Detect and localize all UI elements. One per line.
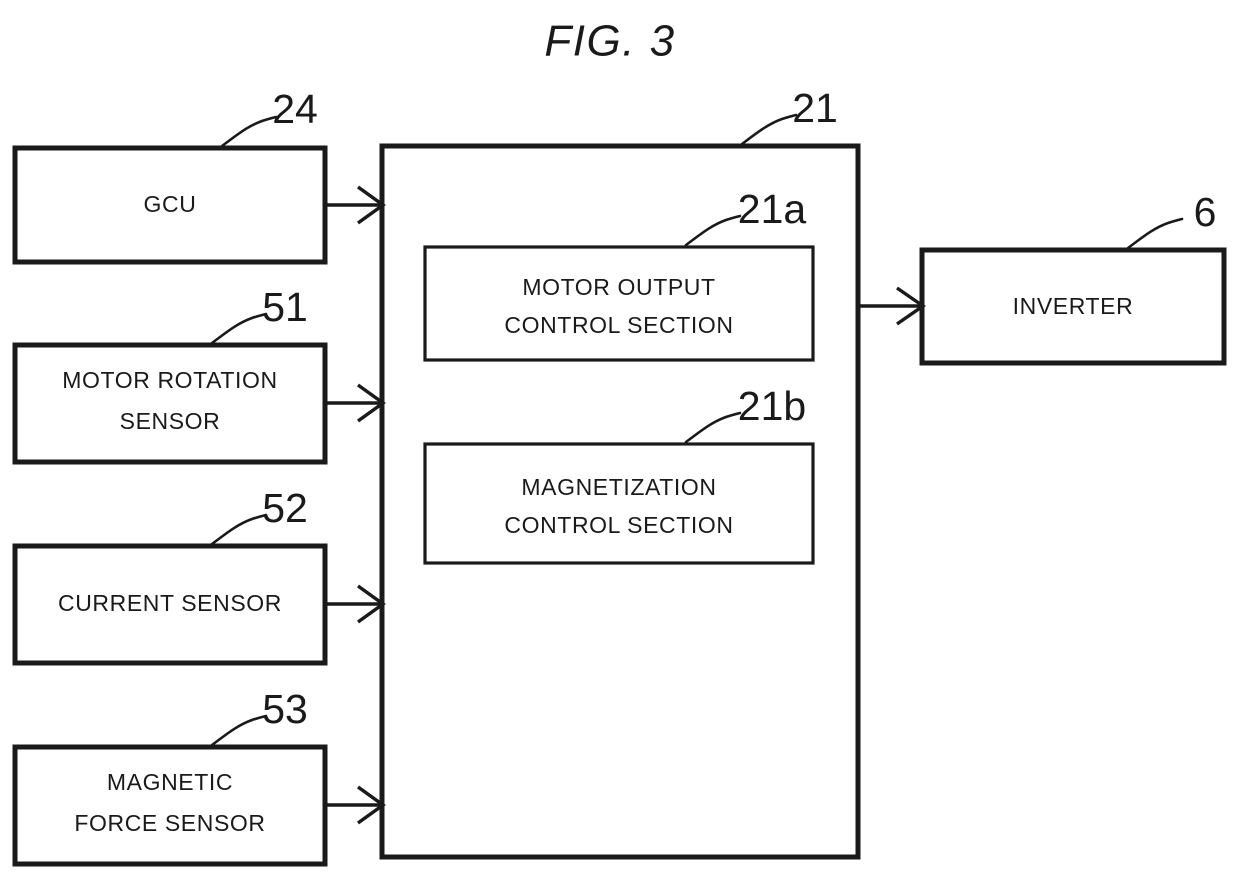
figure-container: FIG. 3 GCU 24 MOTOR ROTATION SENSOR 51 C…: [0, 0, 1240, 882]
connector-motor-rotation-sensor-to-controller: [325, 383, 386, 423]
magnetization-control-section-box[interactable]: [423, 442, 815, 565]
connector-current-sensor-to-controller: [325, 584, 386, 624]
motor-output-control-section-label-line2: CONTROL SECTION: [504, 312, 733, 338]
connector-gcu-to-controller: [325, 185, 386, 225]
magnetic-force-sensor-label-line1: MAGNETIC: [107, 769, 233, 795]
inverter-ref-number: 6: [1194, 189, 1217, 235]
figure-title: FIG. 3: [544, 17, 675, 66]
inverter-leader-line: [1126, 217, 1184, 250]
motor-output-control-section-label-line1: MOTOR OUTPUT: [522, 274, 715, 300]
figure-canvas: FIG. 3 GCU 24 MOTOR ROTATION SENSOR 51 C…: [12, 17, 1227, 867]
block-magnetic-force-sensor[interactable]: MAGNETIC FORCE SENSOR 53: [12, 686, 328, 867]
magnetic-force-sensor-box[interactable]: [12, 744, 328, 867]
gcu-ref-number: 24: [272, 86, 318, 132]
motor-rotation-sensor-ref-number: 51: [262, 284, 308, 330]
magnetic-force-sensor-ref-number: 53: [262, 686, 308, 732]
motor-rotation-sensor-label-line2: SENSOR: [120, 408, 221, 434]
current-sensor-leader-line: [210, 513, 268, 546]
controller-leader-line: [740, 113, 798, 146]
magnetic-force-sensor-label-line2: FORCE SENSOR: [74, 810, 265, 836]
gcu-label-line1: GCU: [144, 191, 197, 217]
motor-rotation-sensor-label-line1: MOTOR ROTATION: [62, 367, 277, 393]
current-sensor-ref-number: 52: [262, 485, 308, 531]
block-gcu[interactable]: GCU 24: [12, 86, 328, 265]
controller-ref-number: 21: [792, 85, 838, 131]
connector-controller-to-inverter: [858, 286, 926, 326]
block-current-sensor[interactable]: CURRENT SENSOR 52: [12, 485, 328, 666]
magnetic-force-sensor-leader-line: [210, 714, 268, 747]
magnetization-control-section-label-line2: CONTROL SECTION: [504, 512, 733, 538]
connector-magnetic-force-sensor-to-controller: [325, 785, 386, 825]
motor-rotation-sensor-leader-line: [210, 312, 268, 345]
inverter-label-line1: INVERTER: [1013, 293, 1134, 319]
magnetization-control-section-label-line1: MAGNETIZATION: [521, 474, 716, 500]
current-sensor-label-line1: CURRENT SENSOR: [58, 590, 282, 616]
magnetization-control-section-ref-number: 21b: [738, 383, 806, 429]
block-motor-rotation-sensor[interactable]: MOTOR ROTATION SENSOR 51: [12, 284, 328, 465]
motor-output-control-section-box[interactable]: [423, 245, 815, 362]
block-inverter[interactable]: INVERTER 6: [919, 189, 1227, 366]
motor-rotation-sensor-box[interactable]: [12, 342, 328, 465]
gcu-leader-line: [220, 115, 278, 148]
motor-output-control-section-ref-number: 21a: [738, 186, 807, 232]
